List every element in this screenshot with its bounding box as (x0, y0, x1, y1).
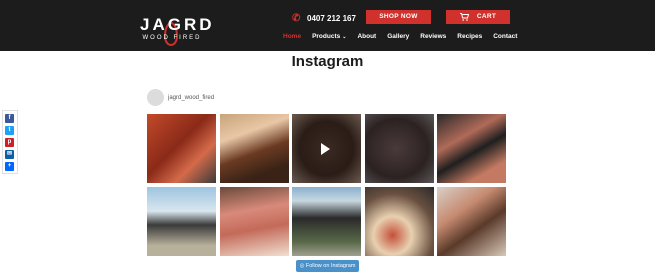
page-title: Instagram (291, 53, 364, 70)
cart-label: CART (476, 13, 497, 20)
follow-on-instagram-button[interactable]: ◎ Follow on Instagram (296, 260, 359, 272)
instagram-post[interactable] (147, 187, 216, 256)
shop-now-button[interactable]: SHOP NOW (366, 10, 431, 24)
avatar (147, 89, 164, 106)
nav-item-about[interactable]: About (357, 33, 376, 40)
instagram-post[interactable] (365, 187, 434, 256)
email-icon[interactable]: ✉ (5, 150, 14, 159)
facebook-icon[interactable]: f (5, 114, 14, 123)
nav-item-products-label: Products (312, 33, 341, 40)
instagram-username: jagrd_wood_fired (168, 94, 215, 101)
cart-icon (459, 13, 469, 21)
instagram-post[interactable] (147, 114, 216, 183)
instagram-profile[interactable]: jagrd_wood_fired (147, 89, 214, 106)
follow-label: Follow on Instagram (305, 263, 356, 269)
instagram-post[interactable] (220, 187, 289, 256)
instagram-post[interactable] (292, 187, 361, 256)
phone-number: 0407 212 167 (307, 13, 356, 23)
instagram-post[interactable] (220, 114, 289, 183)
nav-item-reviews[interactable]: Reviews (420, 33, 446, 40)
logo-name: JAGRD (140, 15, 215, 34)
twitter-icon[interactable]: t (5, 126, 14, 135)
pinterest-icon[interactable]: p (5, 138, 14, 147)
logo-tagline: WOOD FIRED (142, 35, 202, 41)
nav-item-contact[interactable]: Contact (493, 33, 517, 40)
cart-button[interactable]: CART (446, 10, 510, 24)
nav-item-gallery[interactable]: Gallery (387, 33, 409, 40)
instagram-post[interactable] (365, 114, 434, 183)
chevron-down-icon: ⌄ (342, 34, 347, 40)
phone-icon: ✆ (292, 12, 301, 24)
main-nav: Home Products ⌄ About Gallery Reviews Rec… (283, 33, 528, 40)
instagram-post[interactable] (437, 187, 506, 256)
more-icon[interactable]: + (5, 162, 14, 171)
instagram-video-post[interactable] (292, 114, 361, 183)
nav-item-home[interactable]: Home (283, 33, 301, 40)
site-header: JAGRD WOOD FIRED ✆ 0407 212 167 SHOP NOW… (0, 0, 655, 51)
share-bar: f t p ✉ + (2, 110, 18, 174)
nav-item-products[interactable]: Products ⌄ (312, 33, 346, 40)
play-icon (321, 143, 330, 155)
instagram-post[interactable] (437, 114, 506, 183)
site-logo[interactable]: JAGRD WOOD FIRED (140, 8, 215, 46)
nav-item-recipes[interactable]: Recipes (457, 33, 482, 40)
phone-link[interactable]: ✆ 0407 212 167 (292, 12, 356, 24)
